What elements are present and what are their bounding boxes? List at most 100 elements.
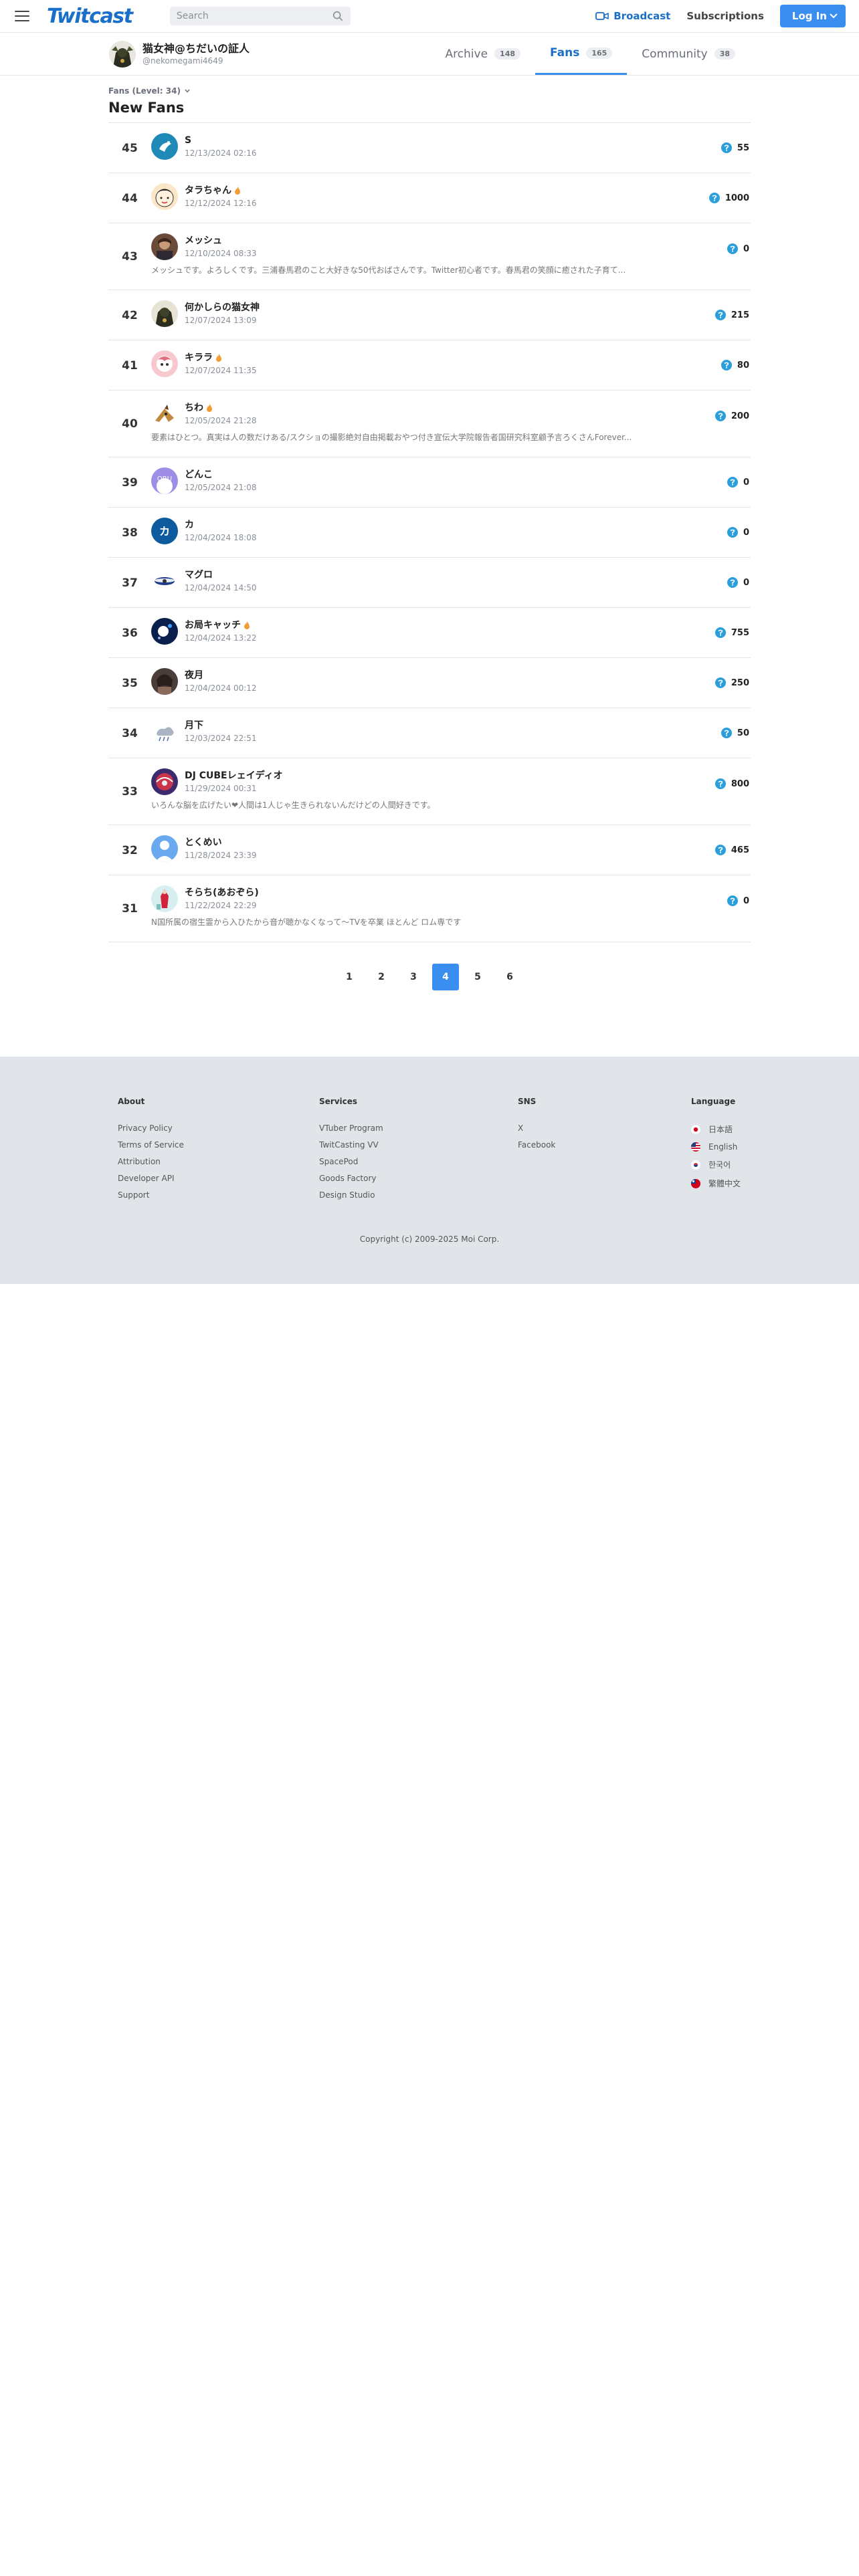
profile-info[interactable]: 猫女神@ちだいの証人 @nekomegami4649 xyxy=(109,41,250,68)
page-5-button[interactable]: 5 xyxy=(464,964,491,990)
fan-avatar[interactable] xyxy=(151,568,178,595)
footer-link[interactable]: Developer API xyxy=(118,1174,184,1183)
fan-name[interactable]: カ xyxy=(185,518,257,532)
fan-points: 0 xyxy=(727,527,749,538)
search-icon[interactable] xyxy=(332,10,344,22)
fan-row-top: DJ CUBEレェイディオ 11/29/2024 00:31 xyxy=(151,768,751,795)
language-english[interactable]: English xyxy=(691,1142,741,1152)
fan-avatar[interactable] xyxy=(151,618,178,645)
fan-name[interactable]: メッシュ xyxy=(185,234,257,247)
footer-link[interactable]: Terms of Service xyxy=(118,1140,184,1150)
tab-fans[interactable]: Fans 165 xyxy=(535,33,628,75)
fan-name[interactable]: タラちゃん xyxy=(185,184,257,197)
fan-row[interactable]: 39 ORU どんこ 12/05/2024 21:08 0 xyxy=(108,457,751,508)
fan-points: 80 xyxy=(721,360,749,370)
fan-avatar[interactable] xyxy=(151,668,178,695)
fan-name[interactable]: キララ xyxy=(185,351,257,364)
subscriptions-link[interactable]: Subscriptions xyxy=(686,10,764,22)
menu-icon[interactable] xyxy=(15,11,29,21)
fan-points: 465 xyxy=(714,845,749,855)
page-6-button[interactable]: 6 xyxy=(496,964,523,990)
fan-points: 200 xyxy=(714,411,749,421)
footer-link[interactable]: Support xyxy=(118,1190,184,1200)
tab-label: Fans xyxy=(550,46,580,60)
fan-name[interactable]: どんこ xyxy=(185,468,257,481)
fan-avatar[interactable] xyxy=(151,401,178,427)
fan-row[interactable]: 37 マグロ 12/04/2024 14:50 0 xyxy=(108,558,751,608)
fan-row[interactable]: 32 とくめい 11/28/2024 23:39 465 xyxy=(108,825,751,875)
fan-avatar[interactable] xyxy=(151,718,178,745)
footer-link[interactable]: VTuber Program xyxy=(319,1123,383,1133)
fan-level-dropdown[interactable]: Fans (Level: 34) xyxy=(108,86,751,96)
footer-link[interactable]: TwitCasting VV xyxy=(319,1140,383,1150)
footer-link[interactable]: Attribution xyxy=(118,1157,184,1166)
fan-info: S 12/13/2024 02:16 xyxy=(185,134,257,159)
twitcast-logo[interactable]: Twitcast xyxy=(47,5,133,28)
fan-name[interactable]: 何かしらの猫女神 xyxy=(185,301,260,314)
login-button[interactable]: Log In xyxy=(779,5,846,27)
profile-name[interactable]: 猫女神@ちだいの証人 xyxy=(142,42,250,56)
language-label: 日本語 xyxy=(708,1125,733,1134)
fan-name[interactable]: ちわ xyxy=(185,401,257,415)
language-label: 繁體中文 xyxy=(708,1179,741,1188)
fan-row[interactable]: 40 ちわ 12/05/2024 21:28 要素はひとつ。真実は人の数だけある/スク… xyxy=(108,391,751,457)
footer-link[interactable]: SpacePod xyxy=(319,1157,383,1166)
fan-name[interactable]: 夜月 xyxy=(185,669,257,682)
fan-row[interactable]: 41 キララ 12/07/2024 11:35 80 xyxy=(108,340,751,391)
page-2-button[interactable]: 2 xyxy=(368,964,395,990)
fan-avatar[interactable] xyxy=(151,835,178,862)
fan-row[interactable]: 31 そらち(あおぞら) 11/22/2024 22:29 N国所属の宿生霊から入ひた… xyxy=(108,875,751,942)
fan-name[interactable]: お局キャッチ xyxy=(185,619,257,632)
fan-avatar[interactable]: ORU xyxy=(151,467,178,494)
fan-avatar[interactable] xyxy=(151,183,178,210)
fan-points: 0 xyxy=(727,577,749,588)
fan-name[interactable]: マグロ xyxy=(185,568,257,582)
fan-row[interactable]: 34 月下 12/03/2024 22:51 50 xyxy=(108,708,751,758)
broadcast-button[interactable]: Broadcast xyxy=(595,10,670,22)
footer-link-x[interactable]: X xyxy=(518,1123,555,1133)
fan-name[interactable]: DJ CUBEレェイディオ xyxy=(185,769,283,782)
fan-row[interactable]: 35 夜月 12/04/2024 00:12 250 xyxy=(108,658,751,708)
fan-avatar[interactable] xyxy=(151,133,178,160)
fan-avatar[interactable] xyxy=(151,768,178,795)
fan-avatar[interactable] xyxy=(151,350,178,377)
fan-name[interactable]: S xyxy=(185,134,257,147)
fan-row[interactable]: 36 お局キャッチ 12/04/2024 13:22 755 xyxy=(108,608,751,658)
fan-points-value: 215 xyxy=(731,310,749,320)
fan-avatar[interactable] xyxy=(151,885,178,912)
profile-handle: @nekomegami4649 xyxy=(142,56,223,66)
footer-link[interactable]: Privacy Policy xyxy=(118,1123,184,1133)
language-korean[interactable]: 한국어 xyxy=(691,1159,741,1170)
page-3-button[interactable]: 3 xyxy=(400,964,427,990)
page-1-button[interactable]: 1 xyxy=(336,964,363,990)
fan-avatar[interactable] xyxy=(151,300,178,327)
fan-info: 月下 12/03/2024 22:51 xyxy=(185,719,257,744)
fan-row[interactable]: 33 DJ CUBEレェイディオ 11/29/2024 00:31 いろんな脳を広げた… xyxy=(108,758,751,825)
fan-row[interactable]: 44 タラちゃん 12/12/2024 12:16 1000 xyxy=(108,173,751,223)
fan-body: お局キャッチ 12/04/2024 13:22 xyxy=(151,608,751,657)
page-4-button[interactable]: 4 xyxy=(432,964,459,990)
search-box[interactable] xyxy=(169,7,351,25)
fan-name[interactable]: そらち(あおぞら) xyxy=(185,886,259,899)
fan-name[interactable]: 月下 xyxy=(185,719,257,732)
footer-link-facebook[interactable]: Facebook xyxy=(518,1140,555,1150)
fan-rank: 35 xyxy=(122,676,138,690)
fan-row[interactable]: 43 メッシュ 12/10/2024 08:33 メッシュです。よろしくです。三浦春馬… xyxy=(108,223,751,290)
fan-avatar[interactable]: カ xyxy=(151,518,178,544)
fan-row[interactable]: 45 S 12/13/2024 02:16 55 xyxy=(108,123,751,173)
footer-link[interactable]: Goods Factory xyxy=(319,1174,383,1183)
profile-avatar[interactable] xyxy=(109,41,136,68)
fan-name[interactable]: とくめい xyxy=(185,836,257,849)
fan-date: 12/04/2024 13:22 xyxy=(185,633,257,643)
fan-row[interactable]: 42 何かしらの猫女神 12/07/2024 13:09 215 xyxy=(108,290,751,340)
fan-avatar[interactable] xyxy=(151,233,178,260)
main-content: Fans (Level: 34) New Fans 45 S 12/13/2024 … xyxy=(108,76,751,990)
tab-community[interactable]: Community 38 xyxy=(627,33,750,75)
search-input[interactable] xyxy=(176,11,332,21)
fan-info: とくめい 11/28/2024 23:39 xyxy=(185,836,257,861)
language-japanese[interactable]: 日本語 xyxy=(691,1123,741,1135)
tab-archive[interactable]: Archive 148 xyxy=(430,33,535,75)
language-traditional-chinese[interactable]: 繁體中文 xyxy=(691,1178,741,1189)
fan-row[interactable]: 38 カカ 12/04/2024 18:08 0 xyxy=(108,508,751,558)
footer-link[interactable]: Design Studio xyxy=(319,1190,383,1200)
